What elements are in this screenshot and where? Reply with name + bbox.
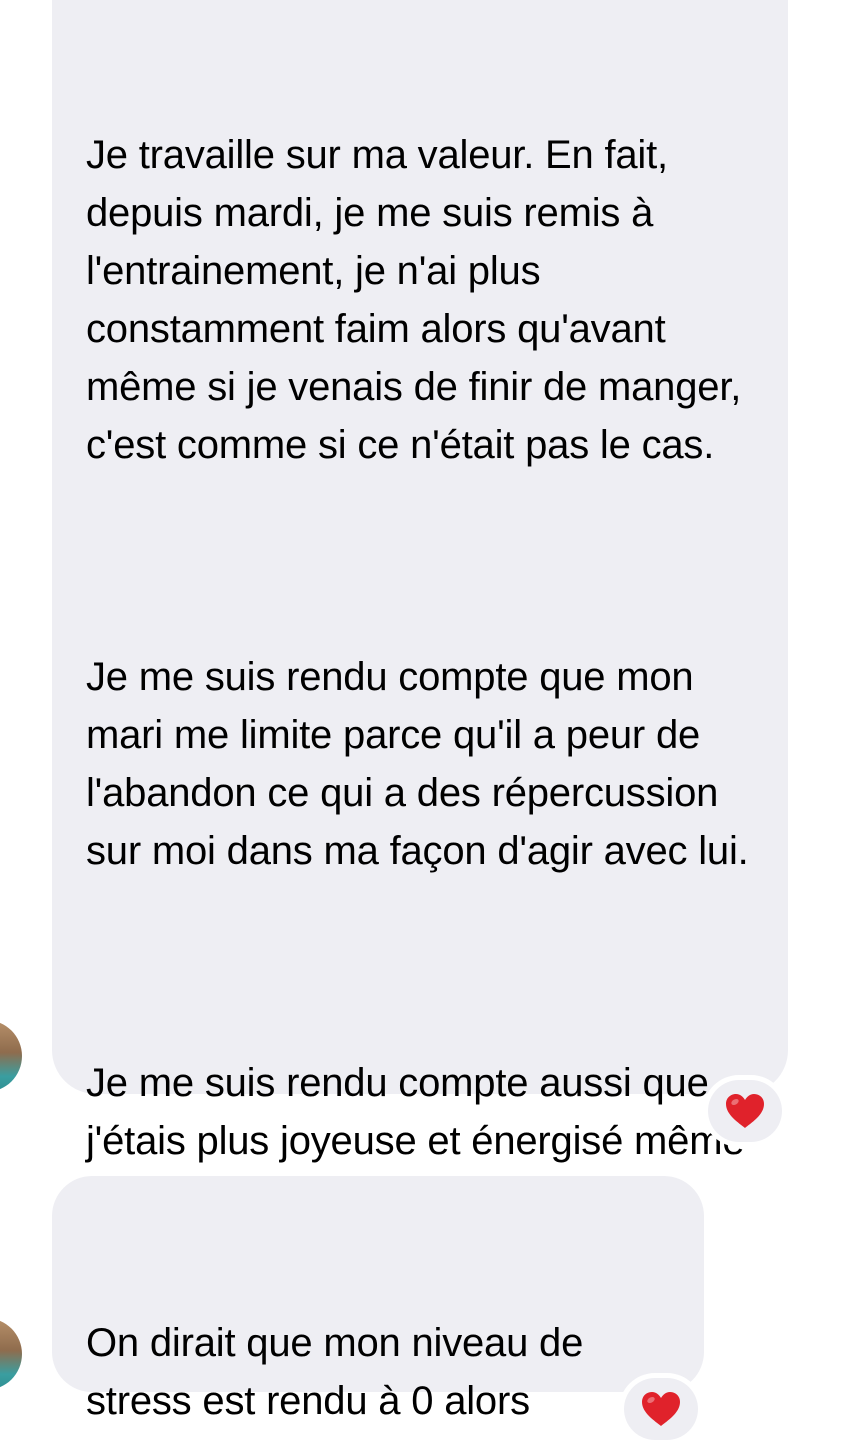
message-paragraph: Je me suis rendu compte que mon mari me … (86, 655, 749, 873)
message-thread: Je travaille sur ma valeur. En fait, dep… (0, 0, 860, 1440)
message-paragraph: On dirait que mon niveau de stress est r… (86, 1321, 584, 1440)
heart-icon (641, 1391, 681, 1427)
message-paragraph: Je travaille sur ma valeur. En fait, dep… (86, 133, 753, 467)
heart-icon (725, 1093, 765, 1129)
message-bubble[interactable]: Je travaille sur ma valeur. En fait, dep… (52, 0, 788, 1221)
sender-avatar[interactable] (0, 1318, 22, 1390)
reaction-badge[interactable] (708, 1080, 782, 1142)
sender-avatar[interactable] (0, 1020, 22, 1092)
reaction-badge[interactable] (624, 1378, 698, 1440)
message-bubble[interactable]: On dirait que mon niveau de stress est r… (52, 1176, 704, 1440)
